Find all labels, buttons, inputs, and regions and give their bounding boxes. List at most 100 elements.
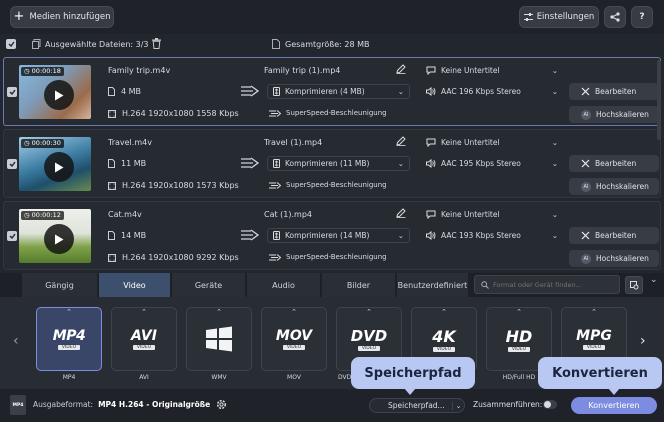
compress-dropdown[interactable]: Komprimieren (11 MB) ⌄	[267, 156, 410, 171]
settings-button[interactable]: Einstellungen	[519, 6, 599, 28]
file-row-3[interactable]: ◷ 00:00:12 Cat.m4v 14 MB H.264 1920x1080 …	[3, 201, 661, 270]
clock-icon: ◷	[24, 139, 30, 147]
format-label: WMV	[211, 374, 227, 381]
upscale-button[interactable]: AI Hochskalieren	[569, 250, 659, 267]
tab-images[interactable]: Bilder	[322, 273, 396, 297]
settings-sliders-icon	[523, 13, 533, 21]
play-button[interactable]	[44, 152, 74, 182]
format-search-input[interactable]	[493, 280, 613, 289]
tab-custom[interactable]: Benutzerdefiniert	[397, 273, 469, 297]
tab-popular[interactable]: Gängig	[22, 273, 98, 297]
format-logo: AVI	[131, 328, 157, 344]
source-filename: Cat.m4v	[108, 210, 142, 219]
rename-button[interactable]	[396, 208, 406, 218]
source-size: 14 MB	[108, 231, 146, 240]
pencil-icon	[396, 208, 406, 218]
file-row-1[interactable]: ◷ 00:00:18 Family trip.m4v 4 MB H.264 192…	[3, 57, 661, 126]
file-row-2[interactable]: ◷ 00:00:30 Travel.m4v 11 MB H.264 1920x10…	[3, 129, 661, 198]
save-path-tooltip-text: Speicherpfad	[364, 365, 462, 381]
trash-icon	[152, 38, 161, 49]
edit-button[interactable]: Bearbeiten	[569, 83, 659, 100]
audio-dropdown[interactable]: AAC 193 Kbps Stereo ⌄	[421, 228, 563, 243]
convert-button[interactable]: Konvertieren	[571, 397, 657, 414]
source-codec: H.264 1920x1080 9292 Kbps	[108, 253, 239, 262]
subtitles-dropdown[interactable]: Keine Untertitel ⌄	[421, 63, 563, 78]
play-button[interactable]	[44, 80, 74, 110]
output-settings-button[interactable]	[215, 398, 228, 411]
play-button[interactable]	[44, 224, 74, 254]
duration: 00:00:30	[31, 139, 61, 147]
upscale-label: Hochskalieren	[596, 110, 649, 119]
tab-audio[interactable]: Audio	[247, 273, 321, 297]
format-search-settings-button[interactable]	[625, 276, 643, 294]
scroll-left-button[interactable]: ‹	[13, 333, 19, 349]
format-logo: DVD	[350, 327, 388, 345]
format-search[interactable]	[474, 275, 620, 294]
ai-icon: AI	[581, 109, 591, 120]
chevron-down-icon: ⌄	[551, 231, 558, 240]
tab-video[interactable]: Video	[99, 273, 171, 297]
video-thumbnail[interactable]: ◷ 00:00:18	[19, 65, 91, 119]
edit-button[interactable]: Bearbeiten	[569, 155, 659, 172]
file-checkbox[interactable]	[7, 87, 17, 97]
play-icon	[54, 234, 64, 245]
upscale-label: Hochskalieren	[596, 254, 649, 263]
speech-bubble-icon	[426, 66, 436, 75]
scissors-icon	[581, 231, 590, 240]
rename-button[interactable]	[396, 136, 406, 146]
collapse-panel-button[interactable]: ⌄	[650, 275, 658, 285]
gear-icon	[215, 398, 228, 411]
duration-badge: ◷ 00:00:30	[21, 139, 64, 148]
format-tile: ⌃ MOV VIDEO	[261, 307, 327, 371]
superspeed-info: SuperSpeed-Beschleunigung	[269, 181, 387, 189]
delete-selected-button[interactable]	[152, 38, 161, 49]
format-mp4[interactable]: ⌃ MP4 VIDEO MP4	[36, 307, 102, 381]
source-filename: Travel.m4v	[108, 138, 152, 147]
speaker-icon	[426, 231, 436, 240]
file-checkbox[interactable]	[7, 159, 17, 169]
superspeed-icon	[269, 109, 281, 117]
share-button[interactable]	[604, 6, 626, 28]
codec-value: H.264 1920x1080 1558 Kbps	[122, 109, 239, 118]
format-avi[interactable]: ⌃ AVI VIDEO AVI	[111, 307, 177, 381]
rename-button[interactable]	[396, 64, 406, 74]
convert-label: Konvertieren	[588, 401, 640, 410]
compress-dropdown[interactable]: Komprimieren (4 MB) ⌄	[267, 84, 410, 99]
tab-devices[interactable]: Geräte	[172, 273, 246, 297]
format-mov[interactable]: ⌃ MOV VIDEO MOV	[261, 307, 327, 381]
audio-dropdown[interactable]: AAC 196 Kbps Stereo ⌄	[421, 84, 563, 99]
file-list-scrollbar[interactable]	[657, 60, 661, 140]
file-checkbox[interactable]	[7, 231, 17, 241]
scissors-icon	[581, 159, 590, 168]
convert-arrow-icon	[241, 85, 259, 97]
upscale-label: Hochskalieren	[596, 182, 649, 191]
format-sublabel: VIDEO	[582, 345, 606, 350]
compress-dropdown[interactable]: Komprimieren (14 MB) ⌄	[267, 228, 410, 243]
plus-icon: +	[13, 9, 25, 24]
subtitles-dropdown[interactable]: Keine Untertitel ⌄	[421, 207, 563, 222]
video-thumbnail[interactable]: ◷ 00:00:12	[19, 209, 91, 263]
bottom-bar: MP4 Ausgabeformat: MP4 H.264 - Originalg…	[0, 389, 664, 422]
chevron-down-icon: ⌄	[650, 275, 658, 285]
format-tabs: Gängig Video Geräte Audio Bilder Benutze…	[0, 273, 664, 297]
upscale-button[interactable]: AI Hochskalieren	[569, 178, 659, 195]
add-media-button[interactable]: + Medien hinzufügen	[10, 6, 114, 28]
select-all-checkbox[interactable]	[6, 39, 16, 49]
help-button[interactable]: ?	[631, 6, 653, 28]
output-format-value: MP4 H.264 - Originalgröße	[98, 400, 211, 409]
merge-toggle[interactable]	[543, 400, 557, 409]
video-thumbnail[interactable]: ◷ 00:00:30	[19, 137, 91, 191]
upscale-button[interactable]: AI Hochskalieren	[569, 106, 659, 123]
format-logo: MP4	[52, 328, 86, 344]
audio-value: AAC 193 Kbps Stereo	[441, 231, 521, 240]
scroll-right-button[interactable]: ›	[640, 333, 646, 349]
save-path-dropdown[interactable]: Speicherpfad... ⌄	[369, 398, 465, 413]
edit-button[interactable]: Bearbeiten	[569, 227, 659, 244]
audio-dropdown[interactable]: AAC 195 Kbps Stereo ⌄	[421, 156, 563, 171]
chevron-down-icon: ⌄	[551, 159, 558, 168]
chevron-down-icon: ⌄	[551, 210, 558, 219]
format-wmv[interactable]: ⌃ WMV	[186, 307, 252, 381]
subtitles-dropdown[interactable]: Keine Untertitel ⌄	[421, 135, 563, 150]
format-logo: MOV	[275, 328, 313, 344]
play-icon	[54, 90, 64, 101]
